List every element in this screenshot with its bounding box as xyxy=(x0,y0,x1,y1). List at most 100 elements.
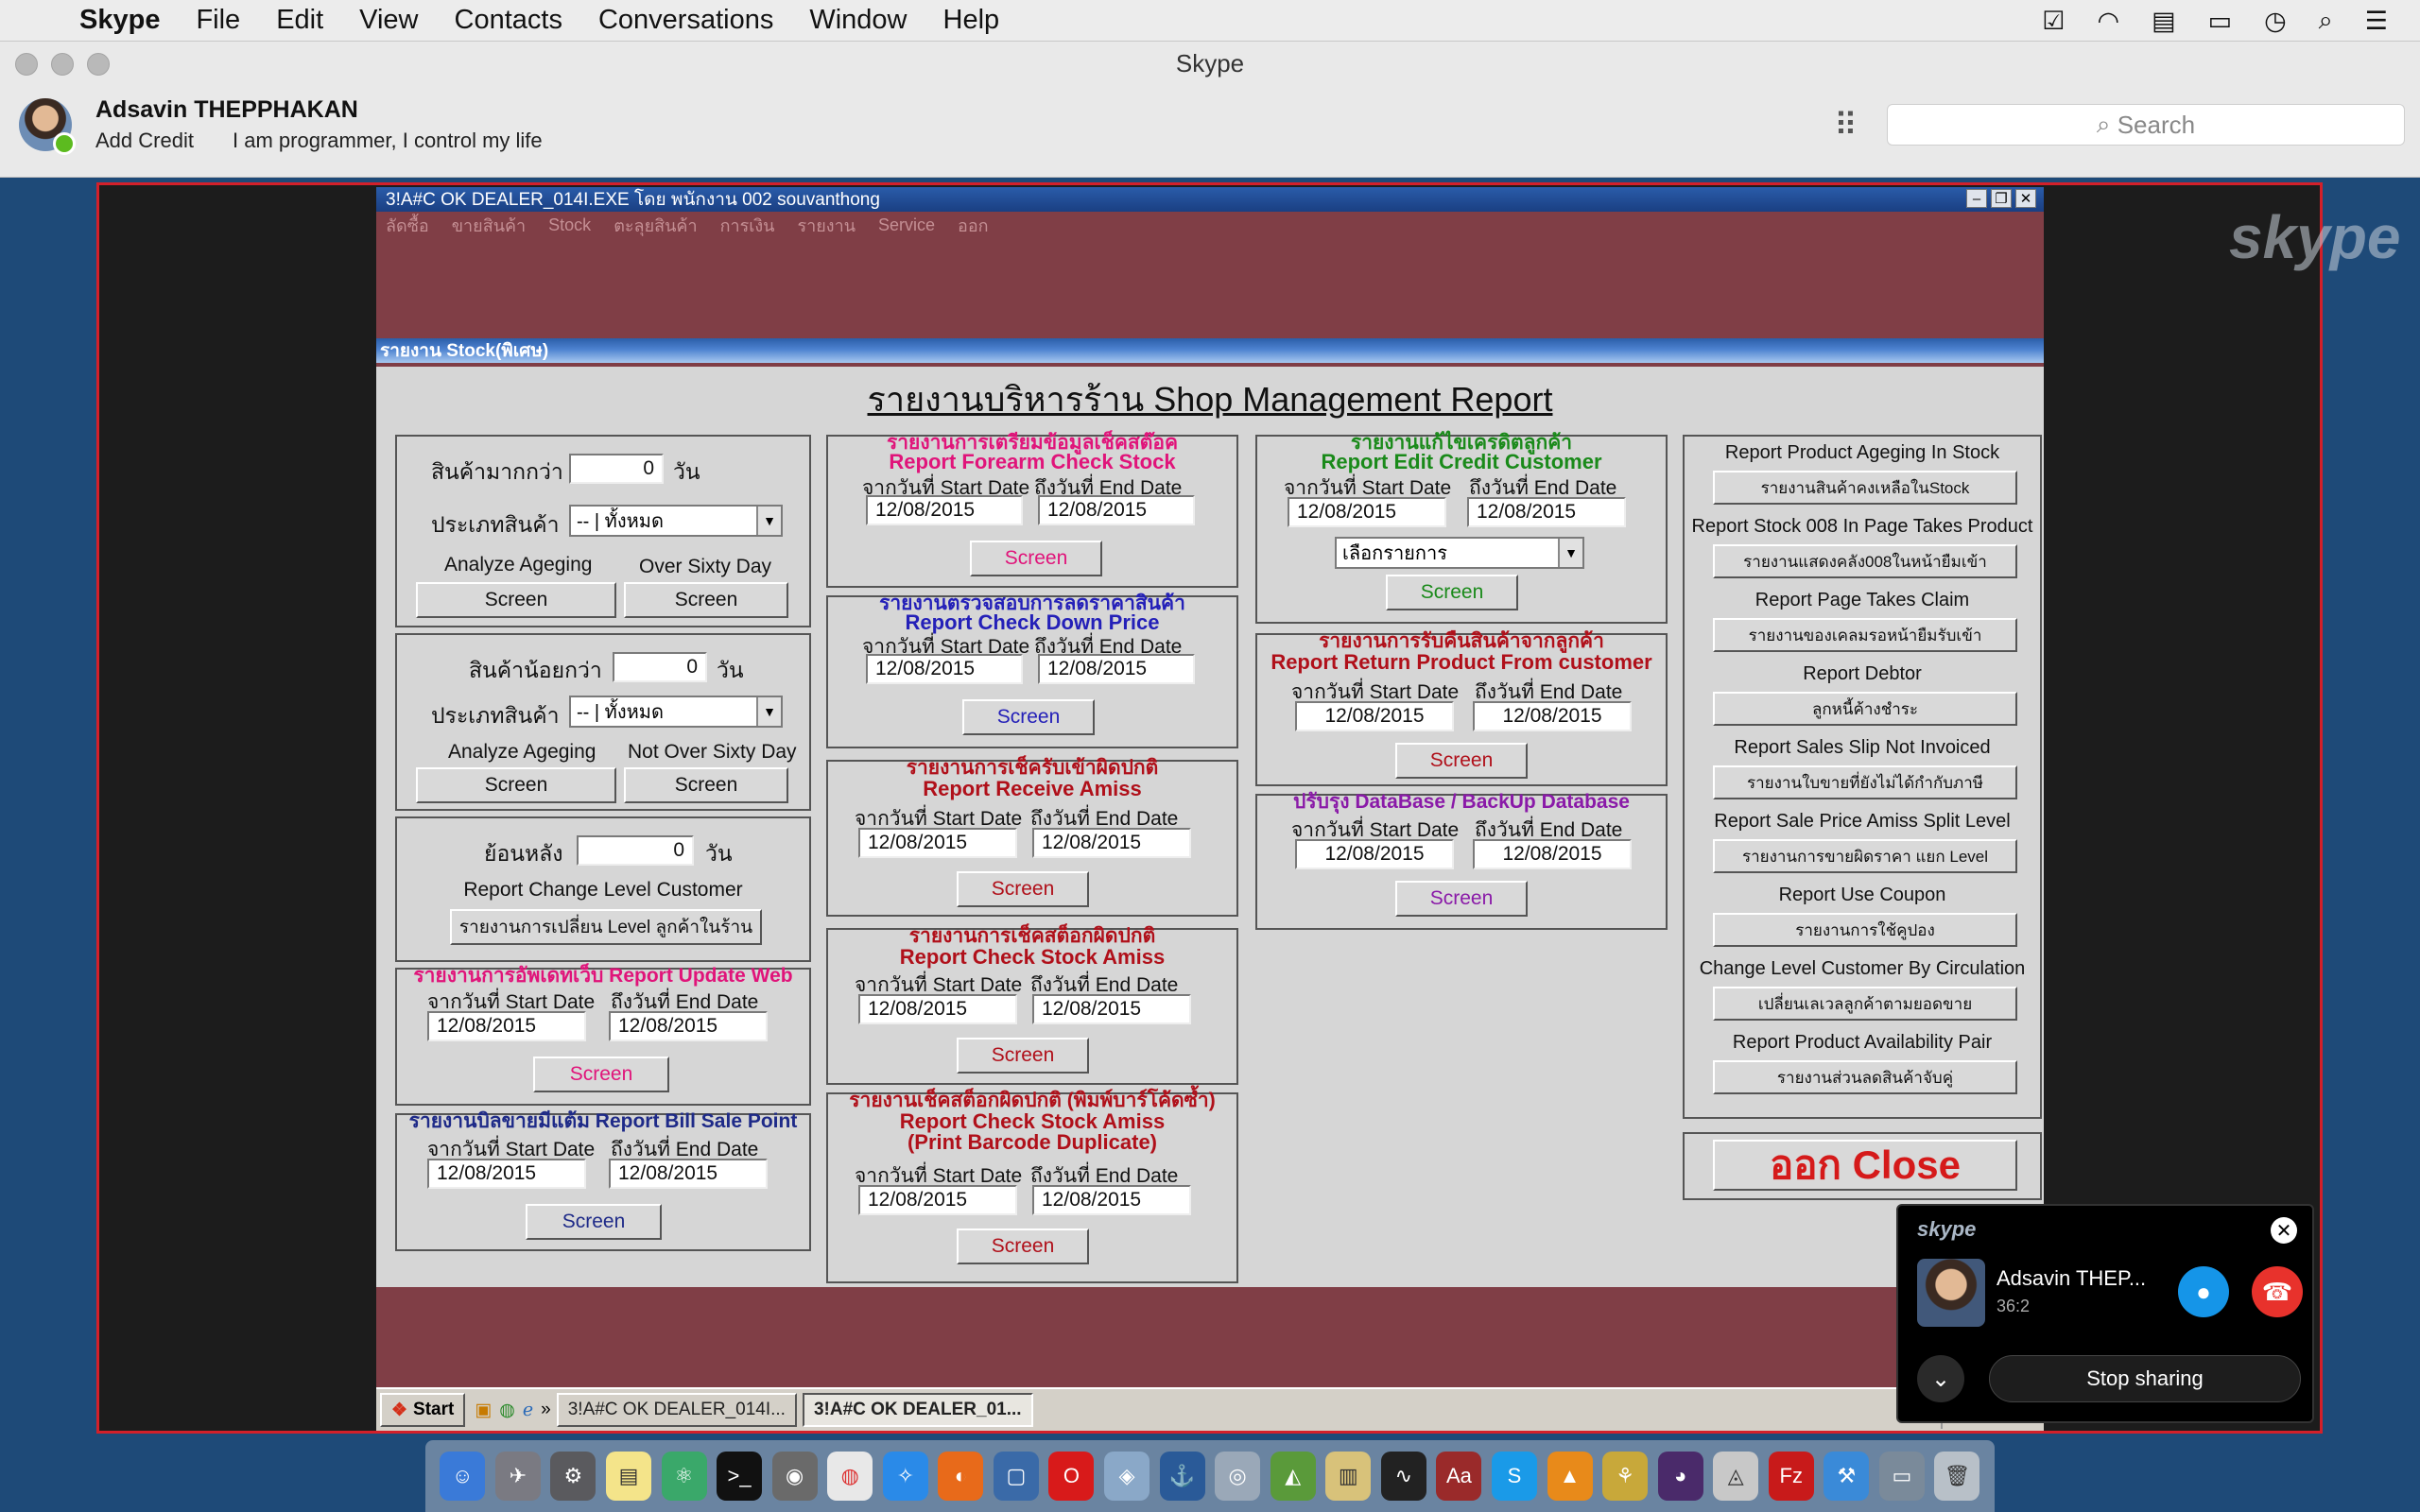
start-date-input[interactable]: 12/08/2015 xyxy=(1295,839,1454,869)
finder-icon[interactable]: ☺ xyxy=(440,1452,486,1501)
app-menu-item[interactable]: การเงิน xyxy=(720,212,775,239)
side-report-button[interactable]: รายงานใบขายที่ยังไม่ได้กำกับภาษี xyxy=(1713,765,2017,799)
vlc-icon[interactable]: ▲ xyxy=(1547,1452,1593,1501)
taskbar-item-active[interactable]: 3!A#C OK DEALER_01... xyxy=(802,1393,1033,1427)
database-icon[interactable]: ◎ xyxy=(1215,1452,1261,1501)
app-menu-item[interactable]: รายงาน xyxy=(797,212,856,239)
stickies-icon[interactable]: ▥ xyxy=(1325,1452,1372,1501)
us-flag-icon[interactable]: ▤ xyxy=(2152,7,2176,36)
start-date-input[interactable]: 12/08/2015 xyxy=(858,1185,1017,1215)
atom-icon[interactable]: ⚛ xyxy=(661,1452,707,1501)
start-date-input[interactable]: 12/08/2015 xyxy=(1295,701,1454,731)
screen-button[interactable]: Screen xyxy=(957,1228,1089,1264)
side-report-button[interactable]: รายงานสินค้าคงเหลือในStock xyxy=(1713,471,2017,505)
battery-icon[interactable]: ▭ xyxy=(2208,7,2233,36)
end-date-input[interactable]: 12/08/2015 xyxy=(1038,495,1195,525)
sequel-pro-icon[interactable]: ◉ xyxy=(771,1452,818,1501)
activity-monitor-icon[interactable]: ∿ xyxy=(1380,1452,1426,1501)
end-date-input[interactable]: 12/08/2015 xyxy=(1032,828,1191,858)
app-menu-item[interactable]: ออก xyxy=(958,212,989,239)
chevron-down-icon[interactable]: ▼ xyxy=(756,507,781,535)
notes-icon[interactable]: ▤ xyxy=(605,1452,651,1501)
mysql-workbench-icon[interactable]: ⚓ xyxy=(1159,1452,1205,1501)
side-report-button[interactable]: รายงานการขายผิดราคา แยก Level xyxy=(1713,839,2017,873)
app-minimize-button[interactable]: – xyxy=(1966,189,1987,208)
chevron-down-icon[interactable]: ⌄ xyxy=(1917,1355,1964,1402)
screen-button[interactable]: Screen xyxy=(1386,575,1518,610)
screen-button[interactable]: Screen xyxy=(533,1057,669,1092)
end-date-input[interactable]: 12/08/2015 xyxy=(1032,1185,1191,1215)
end-date-input[interactable]: 12/08/2015 xyxy=(1032,994,1191,1024)
notification-list-icon[interactable]: ☰ xyxy=(2365,7,2388,36)
end-date-input[interactable]: 12/08/2015 xyxy=(1473,839,1632,869)
trash-icon[interactable]: 🗑 xyxy=(1934,1452,1980,1501)
stop-sharing-button[interactable]: Stop sharing xyxy=(1989,1355,2301,1402)
chevron-down-icon[interactable]: ▼ xyxy=(756,697,781,726)
less-than-input[interactable]: 0 xyxy=(613,652,707,682)
checkmark-status-icon[interactable]: ☑ xyxy=(2042,7,2065,36)
product-type-select[interactable]: -- | ทั้งหมด ▼ xyxy=(569,505,783,537)
more-than-input[interactable]: 0 xyxy=(569,454,664,484)
terminal-icon[interactable]: >_ xyxy=(717,1452,763,1501)
start-date-input[interactable]: 12/08/2015 xyxy=(858,994,1017,1024)
user-name[interactable]: Adsavin THEPPHAKAN xyxy=(95,96,358,124)
filezilla-icon[interactable]: Fz xyxy=(1768,1452,1814,1501)
screen-button[interactable]: Screen xyxy=(416,767,616,803)
back-days-input[interactable]: 0 xyxy=(577,835,694,866)
end-date-input[interactable]: 12/08/2015 xyxy=(1467,497,1626,527)
app-menu-item[interactable]: ลัดซื้อ xyxy=(386,212,429,239)
screen-button[interactable]: Screen xyxy=(1395,881,1528,917)
side-report-button[interactable]: รายงานของเคลมรอหน้ายืมรับเข้า xyxy=(1713,618,2017,652)
side-report-button[interactable]: ลูกหนี้ค้างชำระ xyxy=(1713,692,2017,726)
change-level-button[interactable]: รายงานการเปลี่ยน Level ลูกค้าในร้าน xyxy=(450,909,762,945)
screen-button[interactable]: Screen xyxy=(624,582,788,618)
screen-button[interactable]: Screen xyxy=(957,871,1089,907)
app-menu-item[interactable]: ขายสินค้า xyxy=(452,212,526,239)
menu-window[interactable]: Window xyxy=(809,5,907,36)
start-date-input[interactable]: 12/08/2015 xyxy=(427,1011,586,1041)
menu-help[interactable]: Help xyxy=(943,5,1000,36)
menu-edit[interactable]: Edit xyxy=(276,5,323,36)
screen-button[interactable]: Screen xyxy=(1395,743,1528,779)
android-studio-icon[interactable]: ◭ xyxy=(1270,1452,1316,1501)
hang-up-icon[interactable]: ☎ xyxy=(2252,1266,2303,1317)
end-date-input[interactable]: 12/08/2015 xyxy=(1038,654,1195,684)
safari-icon[interactable]: ✧ xyxy=(882,1452,928,1501)
microphone-icon[interactable]: ● xyxy=(2178,1266,2229,1317)
screen-button[interactable]: Screen xyxy=(526,1204,662,1240)
end-date-input[interactable]: 12/08/2015 xyxy=(1473,701,1632,731)
chrome-icon[interactable]: ◍ xyxy=(499,1400,515,1421)
chrome-icon[interactable]: ◍ xyxy=(827,1452,873,1501)
transmission-icon[interactable]: ⚘ xyxy=(1602,1452,1649,1501)
screen-button[interactable]: Screen xyxy=(624,767,788,803)
start-button[interactable]: ❖ Start xyxy=(380,1393,466,1427)
item-select[interactable]: เลือกรายการ ▼ xyxy=(1335,537,1584,569)
end-date-input[interactable]: 12/08/2015 xyxy=(609,1159,768,1189)
clock-icon[interactable]: ◷ xyxy=(2264,7,2287,36)
spotlight-search-icon[interactable]: ⌕ xyxy=(2319,6,2333,36)
side-report-button[interactable]: เปลี่ยนเลเวลลูกค้าตามยอดขาย xyxy=(1713,987,2017,1021)
screen-sharing-icon[interactable]: ▭ xyxy=(1878,1452,1925,1501)
side-report-button[interactable]: รายงานการใช้คูปอง xyxy=(1713,913,2017,947)
skype-icon[interactable]: S xyxy=(1491,1452,1537,1501)
app-restore-button[interactable]: ❐ xyxy=(1991,189,2012,208)
app-menu-item[interactable]: Stock xyxy=(548,215,591,235)
folder-icon[interactable]: ▣ xyxy=(475,1400,492,1421)
app-menu-item[interactable]: Service xyxy=(878,215,935,235)
ie-icon[interactable]: ℯ xyxy=(523,1400,533,1421)
menu-view[interactable]: View xyxy=(359,5,418,36)
wifi-tool-icon[interactable]: ◬ xyxy=(1713,1452,1759,1501)
product-type-select[interactable]: -- | ทั้งหมด ▼ xyxy=(569,696,783,728)
chevron-down-icon[interactable]: ▼ xyxy=(1558,539,1582,567)
app-menu-item[interactable]: ตะลุยสินค้า xyxy=(614,212,697,239)
more-arrow-icon[interactable]: » xyxy=(541,1400,551,1420)
dialpad-icon[interactable]: ⠿ xyxy=(1834,110,1858,142)
side-report-button[interactable]: รายงานแสดงคลัง008ในหน้ายืมเข้า xyxy=(1713,544,2017,578)
close-button[interactable]: ออก Close xyxy=(1713,1140,2017,1191)
opera-icon[interactable]: O xyxy=(1048,1452,1095,1501)
app-menu-skype[interactable]: Skype xyxy=(79,5,160,36)
remote-desktop-icon[interactable]: ▢ xyxy=(993,1452,1039,1501)
screen-button[interactable]: Screen xyxy=(962,699,1095,735)
menu-file[interactable]: File xyxy=(196,5,240,36)
virtualbox-icon[interactable]: ◈ xyxy=(1104,1452,1150,1501)
